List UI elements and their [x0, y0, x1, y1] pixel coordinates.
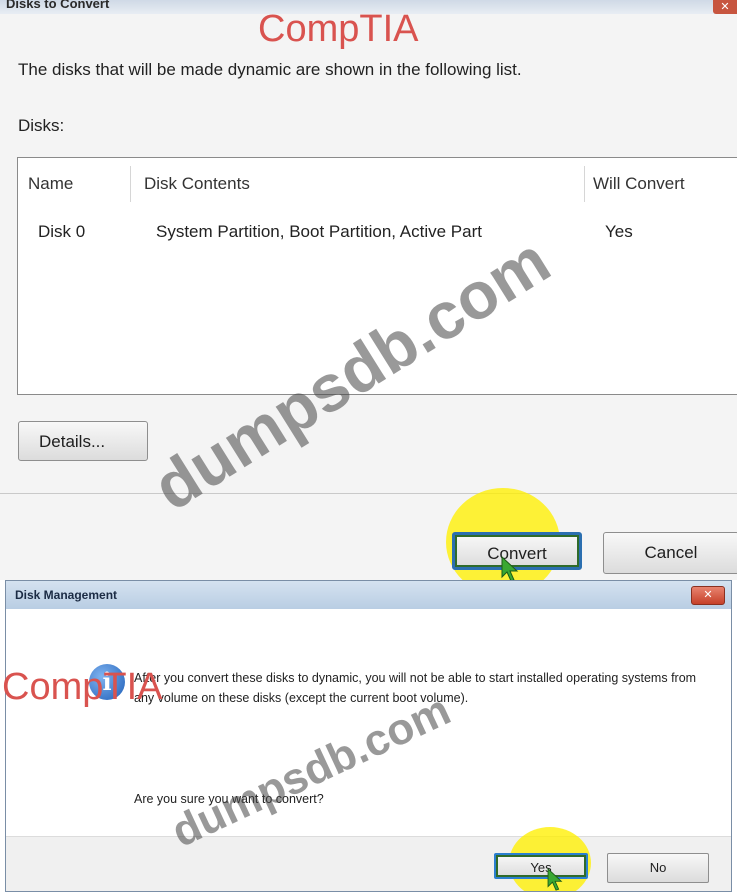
column-header-name[interactable]: Name: [28, 174, 73, 194]
dialog-title-bar: Disk Management ✕: [6, 581, 731, 609]
dialog-description: The disks that will be made dynamic are …: [18, 60, 522, 79]
mouse-cursor-icon: [547, 868, 563, 891]
column-separator[interactable]: [130, 166, 131, 202]
close-icon[interactable]: ✕: [691, 586, 725, 605]
row-will-convert: Yes: [605, 222, 633, 241]
dialog-title: Disk Management: [15, 588, 118, 602]
divider: [0, 493, 737, 494]
yes-button[interactable]: Yes: [494, 853, 588, 879]
column-header-disk-contents[interactable]: Disk Contents: [144, 174, 250, 194]
dialog-title: Disks to Convert: [6, 0, 110, 11]
disks-label: Disks:: [18, 116, 65, 135]
column-separator[interactable]: [584, 166, 585, 202]
column-header-will-convert[interactable]: Will Convert: [593, 174, 685, 194]
cancel-button[interactable]: Cancel: [603, 532, 737, 574]
disks-to-convert-dialog: Disks to Convert ✕ The disks that will b…: [0, 0, 737, 580]
mouse-cursor-icon: [501, 556, 519, 580]
details-button[interactable]: Details...: [18, 421, 148, 461]
comptia-watermark: CompTIA: [2, 666, 163, 708]
close-icon[interactable]: ✕: [713, 0, 737, 14]
comptia-watermark: CompTIA: [258, 8, 419, 50]
row-name: Disk 0: [38, 222, 86, 241]
dialog-footer: Yes No: [6, 827, 731, 891]
no-button[interactable]: No: [607, 853, 709, 883]
